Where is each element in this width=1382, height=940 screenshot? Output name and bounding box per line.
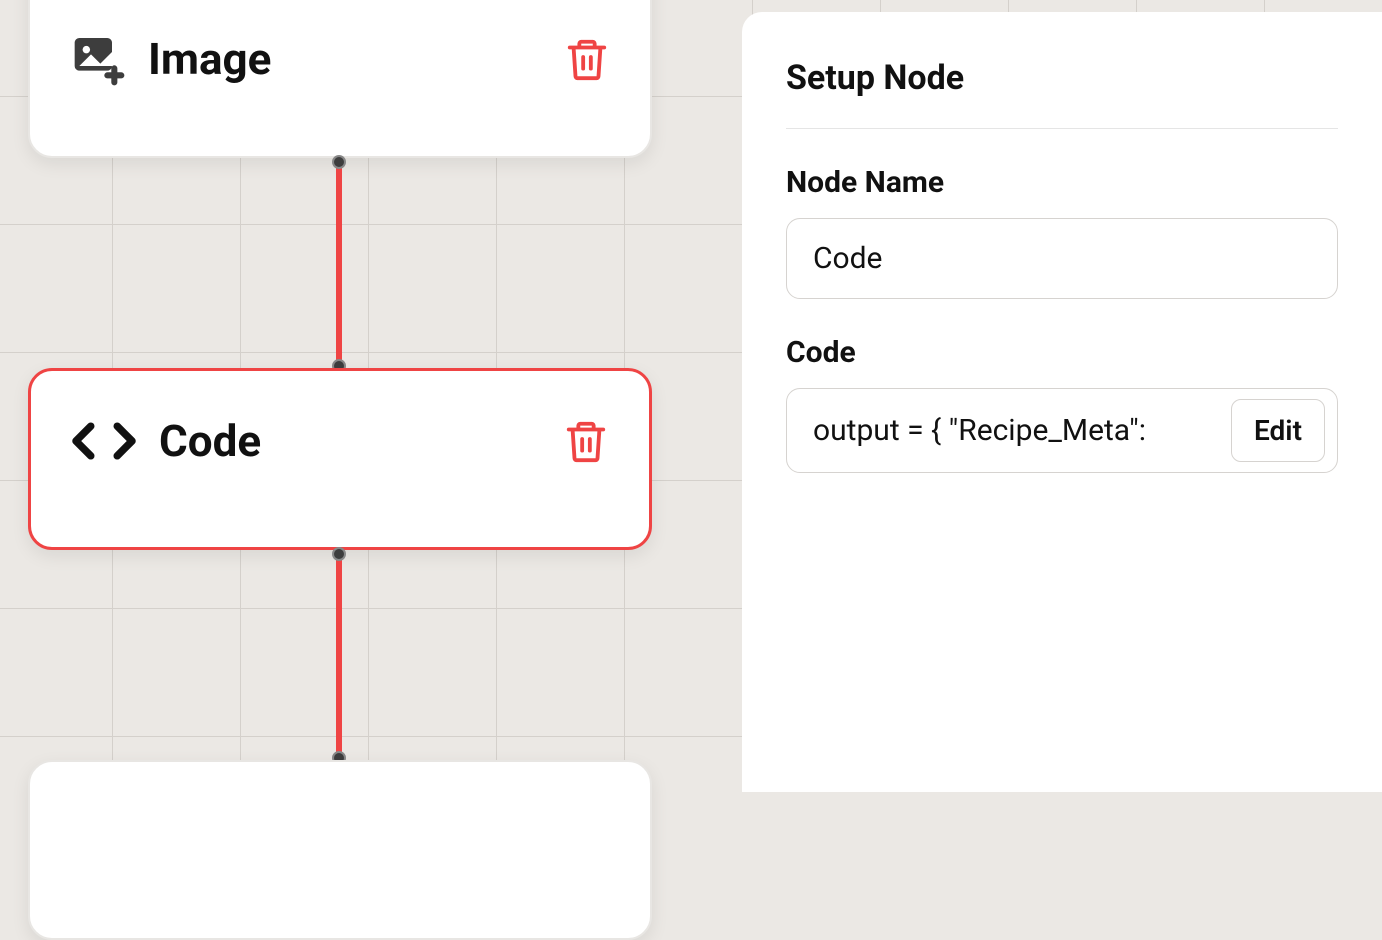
code-icon xyxy=(71,419,137,463)
side-panel: Setup Node Node Name Code output = { "Re… xyxy=(742,12,1382,792)
code-field: output = { "Recipe_Meta": Edit xyxy=(786,388,1338,473)
node-name-label: Node Name xyxy=(786,165,1338,200)
node-header: Code xyxy=(71,415,261,467)
flow-canvas[interactable]: Image Code xyxy=(0,0,740,792)
trash-icon xyxy=(564,33,610,85)
node-header: Image xyxy=(70,31,271,87)
node-name-input[interactable] xyxy=(786,218,1338,299)
code-preview: output = { "Recipe_Meta": xyxy=(813,413,1221,448)
edge xyxy=(336,160,342,368)
node-code[interactable]: Code xyxy=(28,368,652,550)
delete-node-button[interactable] xyxy=(563,415,609,467)
node-next[interactable] xyxy=(28,760,652,940)
port-out[interactable] xyxy=(332,547,346,561)
trash-icon xyxy=(563,415,609,467)
image-icon xyxy=(70,31,126,87)
delete-node-button[interactable] xyxy=(564,33,610,85)
edge xyxy=(336,552,342,760)
panel-title: Setup Node xyxy=(786,58,1338,129)
node-title: Code xyxy=(159,415,261,467)
node-title: Image xyxy=(148,33,271,85)
port-out[interactable] xyxy=(332,155,346,169)
node-image[interactable]: Image xyxy=(28,0,652,158)
code-label: Code xyxy=(786,335,1338,370)
edit-code-button[interactable]: Edit xyxy=(1231,399,1325,462)
